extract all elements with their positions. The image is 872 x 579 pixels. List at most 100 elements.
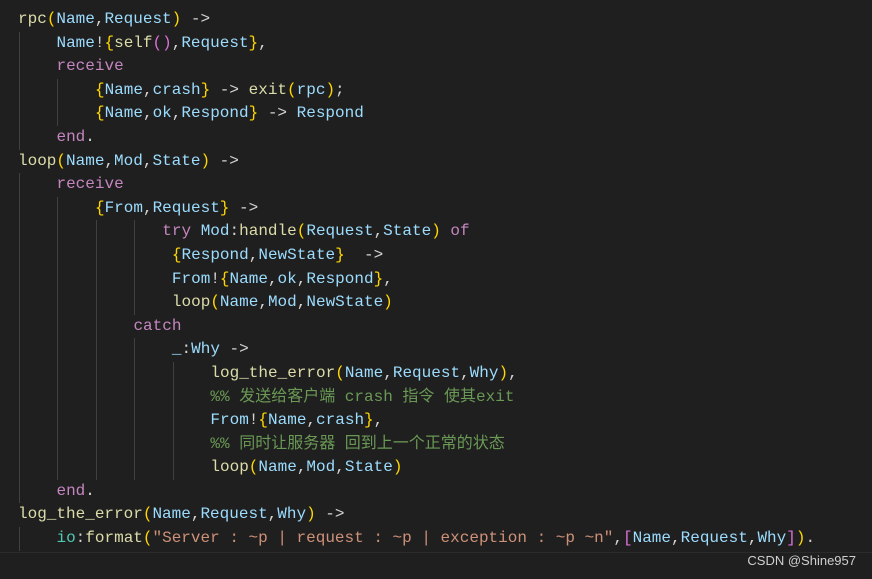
indent-guide [134, 243, 136, 268]
code-token: Name [152, 505, 191, 524]
code-token: %% 同时让服务器 回到上一个正常的状态 [210, 434, 505, 453]
code-token: Why [191, 340, 220, 359]
indent-guide [19, 196, 20, 221]
code-token: . [85, 481, 95, 500]
code-token: loop [171, 293, 211, 312]
code-line[interactable]: end. [18, 125, 815, 150]
code-token: ) [306, 505, 316, 524]
code-token: ok [277, 269, 297, 288]
code-line[interactable]: catch [18, 314, 815, 339]
indent-guide [172, 432, 174, 457]
code-token: of [440, 222, 470, 241]
code-line[interactable]: io:format("Server : ~p | request : ~p | … [18, 527, 815, 551]
code-token: ( [287, 80, 297, 99]
indent-guide [19, 409, 20, 433]
code-line[interactable]: receive [18, 173, 815, 197]
code-line[interactable]: %% 发送给客户端 crash 指令 使其exit [18, 385, 815, 410]
code-text: loop(Name,Mod,State) -> [18, 152, 239, 170]
code-line[interactable]: receive [18, 55, 815, 79]
code-line[interactable]: {Name,ok,Respond} -> Respond [18, 102, 815, 126]
indent-guide [57, 361, 59, 386]
code-line[interactable]: {From,Request} -> [18, 196, 815, 221]
code-token: , [460, 363, 470, 382]
code-line[interactable]: loop(Name,Mod,NewState) [18, 291, 815, 315]
code-text: log_the_error(Name,Request,Why), [18, 363, 517, 382]
code-token: -> [181, 10, 211, 28]
code-token: [ [622, 529, 633, 548]
code-token: Name [632, 529, 671, 548]
code-token: , [747, 529, 758, 548]
indent-guide [95, 243, 97, 268]
indent-guide [19, 479, 20, 504]
indent-guide [57, 338, 59, 362]
code-token: From [104, 198, 143, 217]
code-token: ! [210, 269, 220, 288]
code-line[interactable]: {Name,crash} -> exit(rpc); [18, 78, 815, 103]
indent-guide [57, 432, 59, 457]
code-token: handle [239, 222, 297, 241]
code-token: Respond [181, 104, 249, 123]
code-line[interactable]: rpc(Name,Request) -> [18, 8, 815, 32]
code-token: : [75, 529, 86, 548]
code-line[interactable]: _:Why -> [18, 338, 815, 362]
code-token: format [85, 529, 143, 548]
code-text: %% 发送给客户端 crash 指令 使其exit [18, 388, 514, 406]
code-token: , [335, 458, 345, 477]
code-token: { [94, 104, 105, 123]
code-token: , [306, 411, 317, 430]
code-token: -> [219, 340, 249, 359]
code-token: , [296, 269, 307, 288]
indent-guide [95, 385, 97, 410]
code-token: , [671, 529, 681, 548]
code-token: try [162, 222, 201, 241]
code-token: ( [210, 293, 220, 312]
code-token: Request [680, 529, 748, 548]
indent-guide [95, 267, 97, 292]
code-line[interactable]: log_the_error(Name,Request,Why) -> [18, 503, 815, 527]
indent-guide [57, 102, 59, 126]
code-line[interactable]: %% 同时让服务器 回到上一个正常的状态 [18, 432, 815, 457]
indent-guide [95, 456, 97, 480]
code-token: . [805, 529, 816, 548]
indent-guide [95, 361, 97, 386]
code-token: Respond [296, 104, 364, 123]
code-token: Name [258, 458, 297, 477]
code-token: . [85, 127, 95, 146]
code-line[interactable]: From!{Name,crash}, [18, 409, 815, 433]
code-token: ( [152, 33, 163, 52]
code-token: , [383, 269, 393, 288]
indent-guide [134, 220, 136, 244]
code-token: ) [383, 293, 393, 312]
indent-guide [95, 314, 97, 339]
code-token: -> [344, 245, 384, 264]
code-text: io:format("Server : ~p | request : ~p | … [18, 529, 815, 547]
code-token: NewState [306, 293, 384, 312]
code-line[interactable]: {Respond,NewState} -> [18, 243, 815, 268]
code-token: ; [335, 80, 345, 99]
code-line[interactable]: log_the_error(Name,Request,Why), [18, 361, 815, 386]
code-editor[interactable]: rpc(Name,Request) -> Name!{self(),Request… [18, 8, 815, 574]
indent-guide [95, 220, 97, 244]
indent-guide [57, 220, 59, 244]
indent-guide [19, 243, 20, 268]
code-token: , [171, 33, 182, 52]
code-line[interactable]: end. [18, 479, 815, 504]
code-line[interactable]: From!{Name,ok,Respond}, [18, 267, 815, 292]
code-token: } [200, 80, 211, 99]
code-token: Why [757, 529, 787, 548]
code-text: %% 同时让服务器 回到上一个正常的状态 [18, 434, 505, 453]
code-token: Respond [181, 245, 249, 264]
code-token: { [94, 198, 105, 217]
indent-guide [57, 78, 59, 103]
code-token: Mod [200, 222, 230, 241]
code-token: State [383, 222, 432, 241]
code-line[interactable]: loop(Name,Mod,State) -> [18, 150, 815, 174]
code-line[interactable]: Name!{self(),Request}, [18, 31, 815, 56]
indent-guide [19, 385, 20, 410]
indent-guide [134, 291, 136, 315]
code-line[interactable]: loop(Name,Mod,State) [18, 456, 815, 480]
code-token: -> [229, 198, 259, 217]
code-token: loop [210, 458, 249, 477]
code-line[interactable]: try Mod:handle(Request,State) of [18, 220, 815, 244]
code-token: , [94, 10, 105, 28]
